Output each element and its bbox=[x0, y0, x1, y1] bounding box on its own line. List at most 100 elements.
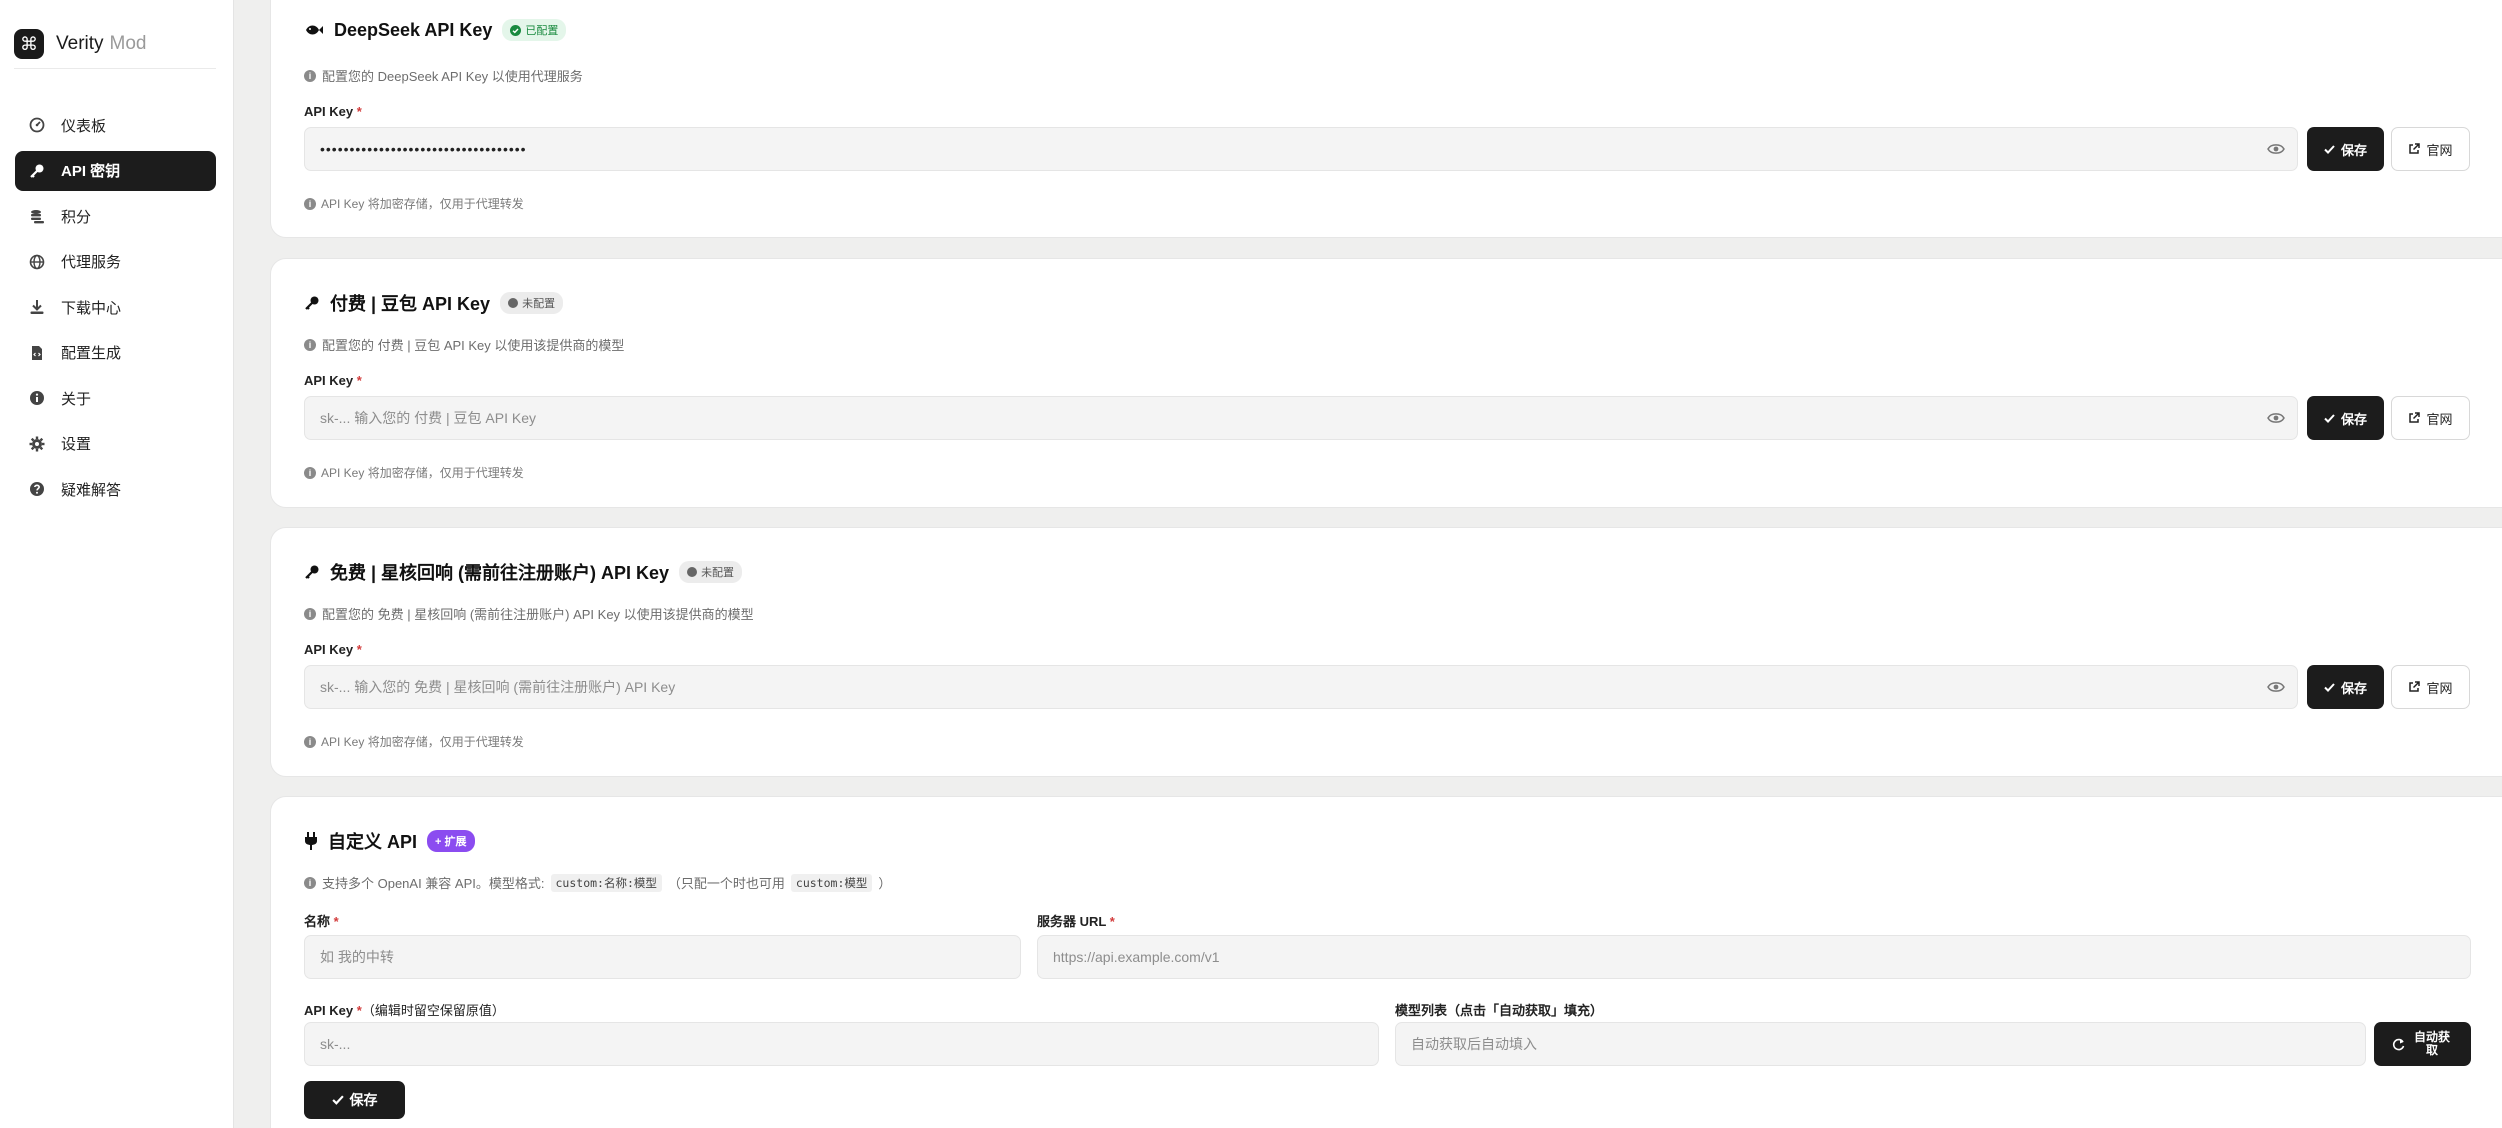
eye-icon[interactable] bbox=[2267, 142, 2285, 156]
card-title-text: 免费 | 星核回响 (需前往注册账户) API Key bbox=[330, 563, 670, 583]
save-button[interactable]: 保存 bbox=[2307, 396, 2384, 440]
extension-badge: + 扩展 bbox=[427, 830, 475, 852]
card-description: i 支持多个 OpenAI 兼容 API。模型格式: custom:名称:模型 … bbox=[304, 873, 891, 892]
app-name-suffix: Mod bbox=[109, 33, 147, 54]
required-mark: * bbox=[356, 373, 362, 388]
sidebar-item-label: 下载中心 bbox=[61, 299, 122, 317]
sidebar-item-proxy[interactable]: 代理服务 bbox=[15, 242, 216, 282]
label-text: 名称 bbox=[304, 914, 331, 929]
api-key-input[interactable]: ••••••••••••••••••••••••••••••••••• bbox=[304, 127, 2298, 171]
question-icon bbox=[29, 481, 45, 497]
card-title-text: 付费 | 豆包 API Key bbox=[330, 294, 491, 314]
site-label: 官网 bbox=[2426, 411, 2453, 427]
download-icon bbox=[29, 299, 45, 315]
model-list-label: 模型列表（点击「自动获取」填充） bbox=[1395, 1000, 1603, 1019]
check-icon bbox=[2324, 682, 2335, 692]
name-input[interactable]: 如 我的中转 bbox=[304, 935, 1021, 979]
custom-api-key-label: API Key *（编辑时留空保留原值） bbox=[304, 1000, 505, 1019]
file-code-icon bbox=[29, 345, 45, 361]
sidebar-item-label: 疑难解答 bbox=[61, 481, 122, 499]
status-badge-text: 未配置 bbox=[522, 298, 556, 310]
sidebar-item-about[interactable]: 关于 bbox=[15, 378, 216, 418]
key-icon bbox=[304, 564, 320, 580]
description-text: 配置您的 免费 | 星核回响 (需前往注册账户) API Key 以使用该提供商… bbox=[322, 607, 754, 622]
sidebar-item-settings[interactable]: 设置 bbox=[15, 424, 216, 464]
info-icon: i bbox=[304, 466, 316, 479]
brand[interactable]: ⌘ Verity Mod bbox=[14, 28, 216, 60]
storage-note: i API Key 将加密存储，仅用于代理转发 bbox=[304, 464, 524, 481]
sidebar-item-config-gen[interactable]: 配置生成 bbox=[15, 333, 216, 373]
label-text: 服务器 URL bbox=[1037, 914, 1107, 929]
custom-save-button[interactable]: 保存 bbox=[304, 1081, 405, 1119]
label-text: API Key bbox=[304, 642, 354, 657]
info-icon: i bbox=[304, 69, 316, 82]
provider-card-deepseek: DeepSeek API Key 已配置 i 配置您的 DeepSeek API… bbox=[270, 0, 2502, 238]
status-badge: 已配置 bbox=[502, 19, 567, 41]
site-label: 官网 bbox=[2426, 680, 2453, 696]
key-icon bbox=[304, 295, 320, 311]
save-button[interactable]: 保存 bbox=[2307, 127, 2384, 171]
sidebar: ⌘ Verity Mod 仪表板 API 密钥 积分 代理服务 下载中心 配置生… bbox=[0, 0, 234, 1128]
sidebar-item-dashboard[interactable]: 仪表板 bbox=[15, 105, 216, 145]
api-key-label: API Key * bbox=[304, 642, 362, 657]
description-text: 配置您的 付费 | 豆包 API Key 以使用该提供商的模型 bbox=[322, 338, 625, 353]
description-text: 支持多个 OpenAI 兼容 API。模型格式: bbox=[322, 876, 545, 891]
api-key-input[interactable]: sk-... 输入您的 免费 | 星核回响 (需前往注册账户) API Key bbox=[304, 665, 2298, 709]
label-text: 模型列表（点击「自动获取」填充） bbox=[1395, 1003, 1604, 1018]
external-link-icon bbox=[2408, 681, 2421, 693]
check-icon bbox=[2324, 413, 2335, 423]
sidebar-item-label: 设置 bbox=[61, 436, 92, 453]
official-site-button[interactable]: 官网 bbox=[2391, 665, 2470, 709]
site-label: 官网 bbox=[2426, 142, 2453, 158]
status-badge: 未配置 bbox=[679, 561, 743, 583]
card-title: 付费 | 豆包 API Key 未配置 bbox=[304, 290, 564, 316]
label-text: API Key bbox=[304, 373, 354, 388]
gauge-icon bbox=[29, 117, 45, 133]
check-circle-icon bbox=[510, 24, 522, 36]
eye-icon[interactable] bbox=[2267, 411, 2285, 425]
api-key-placeholder: sk-... 输入您的 付费 | 豆包 API Key bbox=[320, 410, 536, 426]
sidebar-item-downloads[interactable]: 下载中心 bbox=[15, 287, 216, 327]
save-label: 保存 bbox=[2340, 142, 2367, 158]
required-mark: * bbox=[356, 642, 362, 657]
api-key-input[interactable]: sk-... 输入您的 付费 | 豆包 API Key bbox=[304, 396, 2298, 440]
app-name: Verity bbox=[56, 33, 104, 54]
server-url-label: 服务器 URL * bbox=[1037, 911, 1115, 930]
card-title: 自定义 API + 扩展 bbox=[304, 828, 475, 854]
sidebar-item-troubleshooting[interactable]: 疑难解答 bbox=[15, 469, 216, 509]
eye-icon[interactable] bbox=[2267, 680, 2285, 694]
required-mark: * bbox=[1109, 914, 1115, 929]
format-code: custom:名称:模型 bbox=[550, 873, 662, 892]
name-placeholder: 如 我的中转 bbox=[320, 949, 394, 965]
note-text: API Key 将加密存储，仅用于代理转发 bbox=[321, 197, 524, 211]
name-label: 名称 * bbox=[304, 911, 339, 930]
refresh-icon bbox=[2392, 1038, 2405, 1051]
status-dot-icon bbox=[508, 298, 519, 308]
sidebar-item-api-keys[interactable]: API 密钥 bbox=[15, 150, 216, 191]
label-text: API Key bbox=[304, 1003, 354, 1018]
check-icon bbox=[2324, 144, 2335, 154]
card-description: i 配置您的 付费 | 豆包 API Key 以使用该提供商的模型 bbox=[304, 335, 624, 354]
official-site-button[interactable]: 官网 bbox=[2391, 127, 2470, 171]
save-button[interactable]: 保存 bbox=[2307, 665, 2384, 709]
plug-icon bbox=[304, 832, 318, 850]
api-key-label: API Key * bbox=[304, 373, 362, 388]
server-url-input[interactable]: https://api.example.com/v1 bbox=[1037, 935, 2471, 979]
sidebar-divider bbox=[14, 68, 216, 69]
sidebar-item-credits[interactable]: 积分 bbox=[15, 196, 216, 236]
auto-fetch-label: 自动获取 bbox=[2413, 1030, 2450, 1057]
format-code: custom:模型 bbox=[790, 873, 873, 892]
sidebar-item-label: API 密钥 bbox=[61, 163, 121, 180]
custom-api-key-input[interactable]: sk-... bbox=[304, 1022, 1379, 1066]
auto-fetch-button[interactable]: 自动获取 bbox=[2374, 1022, 2471, 1066]
official-site-button[interactable]: 官网 bbox=[2391, 396, 2470, 440]
card-description: i 配置您的 免费 | 星核回响 (需前往注册账户) API Key 以使用该提… bbox=[304, 604, 754, 623]
required-mark: * bbox=[333, 914, 339, 929]
external-link-icon bbox=[2408, 412, 2421, 424]
sidebar-item-label: 关于 bbox=[61, 390, 92, 408]
info-icon: i bbox=[304, 338, 316, 351]
info-icon: i bbox=[304, 607, 316, 620]
model-list-input[interactable]: 自动获取后自动填入 bbox=[1395, 1022, 2366, 1066]
info-icon: i bbox=[304, 197, 316, 210]
provider-card-xinghe: 免费 | 星核回响 (需前往注册账户) API Key 未配置 i 配置您的 免… bbox=[270, 527, 2502, 777]
